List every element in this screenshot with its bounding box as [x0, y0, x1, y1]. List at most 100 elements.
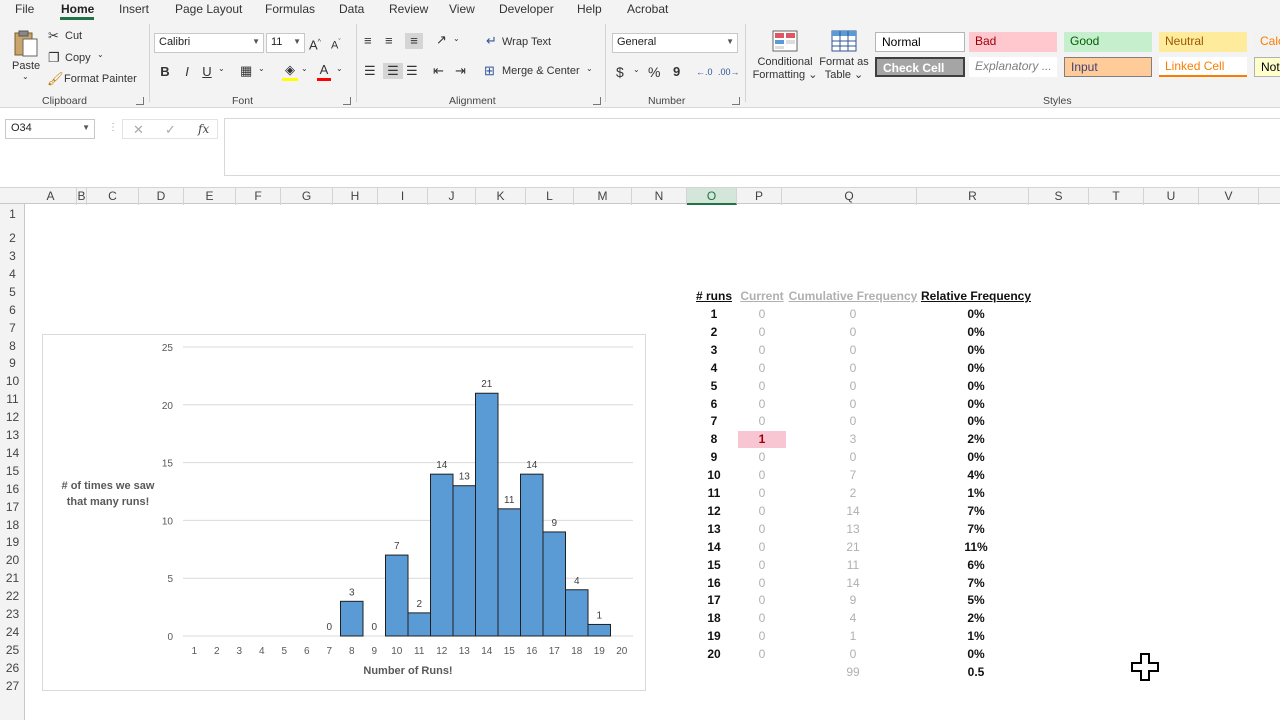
comma-style-button[interactable]: 9	[673, 64, 680, 80]
table-cell[interactable]: 0%	[920, 396, 1032, 413]
table-cell[interactable]: 0	[738, 557, 786, 574]
menu-view[interactable]: View	[449, 2, 475, 16]
merge-center-dropdown-icon[interactable]: ⌄	[586, 64, 593, 73]
table-cell[interactable]: 0%	[920, 646, 1032, 663]
table-cell[interactable]: 13	[788, 521, 918, 538]
table-header-1[interactable]: # runs	[694, 288, 734, 305]
table-cell[interactable]: 10	[694, 467, 734, 484]
row-header-16[interactable]: 16	[0, 482, 25, 496]
row-header-24[interactable]: 24	[0, 625, 25, 639]
table-cell[interactable]: 0%	[920, 449, 1032, 466]
align-right-icon[interactable]: ☰	[406, 63, 418, 79]
table-cell[interactable]: 9	[788, 592, 918, 609]
table-cell[interactable]: 0	[788, 324, 918, 341]
column-header-p[interactable]: P	[737, 188, 782, 205]
formula-input[interactable]	[224, 118, 1280, 176]
table-cell[interactable]: 0	[788, 378, 918, 395]
table-cell[interactable]: 0	[738, 485, 786, 502]
menu-file[interactable]: File	[15, 2, 34, 16]
table-cell[interactable]: 0	[738, 324, 786, 341]
table-cell[interactable]: 0	[738, 342, 786, 359]
font-color-icon[interactable]: A	[317, 62, 331, 81]
font-color-dropdown-icon[interactable]: ⌄	[336, 64, 343, 73]
row-header-20[interactable]: 20	[0, 553, 25, 567]
underline-button[interactable]: U	[200, 64, 214, 80]
align-center-icon[interactable]: ☰	[383, 63, 403, 79]
table-cell[interactable]: 0%	[920, 306, 1032, 323]
menu-page-layout[interactable]: Page Layout	[175, 2, 242, 16]
table-cell[interactable]: 0	[738, 592, 786, 609]
table-cell[interactable]: 3	[788, 431, 918, 448]
table-cell[interactable]: 0	[738, 396, 786, 413]
row-header-10[interactable]: 10	[0, 374, 25, 388]
table-cell[interactable]: 0	[788, 306, 918, 323]
table-cell[interactable]: 0	[738, 413, 786, 430]
relative-total[interactable]: 0.5	[920, 664, 1032, 681]
cut-icon[interactable]: ✂	[48, 28, 59, 44]
column-header-r[interactable]: R	[917, 188, 1029, 205]
table-cell[interactable]: 0	[738, 378, 786, 395]
column-header-a[interactable]: A	[25, 188, 77, 205]
decrease-font-size-icon[interactable]: Aˇ	[331, 35, 341, 54]
table-cell[interactable]: 1	[738, 431, 786, 449]
table-header-4[interactable]: Relative Frequency	[920, 288, 1032, 305]
column-header-e[interactable]: E	[184, 188, 236, 205]
table-cell[interactable]: 0	[788, 449, 918, 466]
row-header-22[interactable]: 22	[0, 589, 25, 603]
column-header-v[interactable]: V	[1199, 188, 1259, 205]
increase-indent-icon[interactable]: ⇥	[455, 63, 466, 79]
menu-help[interactable]: Help	[577, 2, 602, 16]
table-cell[interactable]: 4	[694, 360, 734, 377]
format-as-table-button[interactable]: Format as Table ⌄	[818, 30, 870, 90]
chevron-down-icon[interactable]: ▼	[82, 123, 90, 132]
bold-button[interactable]: B	[158, 64, 172, 80]
row-header-8[interactable]: 8	[0, 339, 25, 353]
row-header-9[interactable]: 9	[0, 356, 25, 370]
column-header-b[interactable]: B	[77, 188, 87, 205]
table-cell[interactable]: 4%	[920, 467, 1032, 484]
table-cell[interactable]: 1	[694, 306, 734, 323]
copy-icon[interactable]: ❐	[48, 50, 60, 66]
table-cell[interactable]: 14	[788, 575, 918, 592]
menu-data[interactable]: Data	[339, 2, 364, 16]
row-header-14[interactable]: 14	[0, 446, 25, 460]
menu-insert[interactable]: Insert	[119, 2, 149, 16]
row-header-2[interactable]: 2	[0, 231, 25, 245]
copy-dropdown-icon[interactable]: ⌄	[97, 50, 104, 59]
column-header-s[interactable]: S	[1029, 188, 1089, 205]
italic-button[interactable]: I	[180, 64, 194, 80]
menu-home[interactable]: Home	[61, 2, 94, 16]
table-cell[interactable]: 18	[694, 610, 734, 627]
table-cell[interactable]: 0	[738, 539, 786, 556]
row-header-3[interactable]: 3	[0, 249, 25, 263]
table-cell[interactable]: 4	[788, 610, 918, 627]
menu-formulas[interactable]: Formulas	[265, 2, 315, 16]
row-header-11[interactable]: 11	[0, 392, 25, 406]
paste-button[interactable]: Paste ⌄	[8, 26, 44, 82]
table-cell[interactable]: 21	[788, 539, 918, 556]
cell-style-check-cell[interactable]: Check Cell	[875, 57, 965, 77]
currency-dropdown-icon[interactable]: ⌄	[633, 65, 640, 74]
column-header-f[interactable]: F	[236, 188, 281, 205]
decrease-indent-icon[interactable]: ⇤	[433, 63, 444, 79]
column-header-n[interactable]: N	[632, 188, 687, 205]
cell-style-neutral[interactable]: Neutral	[1159, 32, 1247, 52]
table-cell[interactable]: 1%	[920, 628, 1032, 645]
table-cell[interactable]: 1	[788, 628, 918, 645]
copy-button[interactable]: Copy	[65, 52, 91, 64]
column-header-u[interactable]: U	[1144, 188, 1199, 205]
table-cell[interactable]: 11	[694, 485, 734, 502]
increase-font-size-icon[interactable]: A^	[309, 35, 321, 53]
cumulative-total[interactable]: 99	[788, 664, 918, 681]
column-header-j[interactable]: J	[428, 188, 476, 205]
column-header-m[interactable]: M	[574, 188, 632, 205]
table-cell[interactable]: 7%	[920, 521, 1032, 538]
table-cell[interactable]: 13	[694, 521, 734, 538]
wrap-text-icon[interactable]: ↵	[486, 33, 497, 49]
fill-color-icon[interactable]: ◈	[282, 62, 298, 81]
increase-decimal-icon[interactable]: ←.0	[696, 64, 713, 80]
cell-style-input[interactable]: Input	[1064, 57, 1152, 77]
table-cell[interactable]: 17	[694, 592, 734, 609]
row-header-25[interactable]: 25	[0, 643, 25, 657]
table-cell[interactable]: 0	[738, 467, 786, 484]
